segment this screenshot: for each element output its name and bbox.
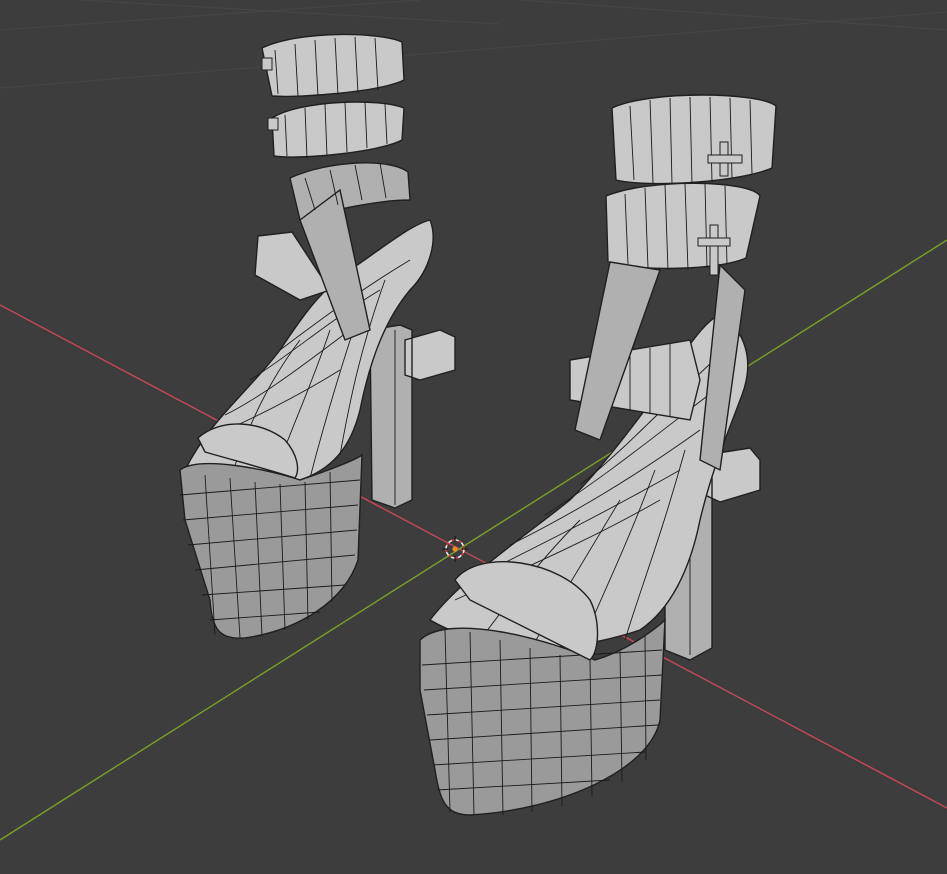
left-platform[interactable]	[179, 453, 363, 639]
left-heel[interactable]	[369, 324, 456, 509]
right-platform-sandal[interactable]	[419, 94, 777, 816]
right-platform[interactable]	[419, 618, 666, 816]
left-platform-sandal[interactable]	[179, 33, 456, 639]
3d-viewport[interactable]	[0, 0, 947, 874]
left-buckle-icon	[261, 57, 273, 71]
floor-grid	[0, 0, 947, 89]
viewport-canvas[interactable]	[0, 0, 947, 874]
left-buckle-icon-2	[267, 117, 279, 131]
